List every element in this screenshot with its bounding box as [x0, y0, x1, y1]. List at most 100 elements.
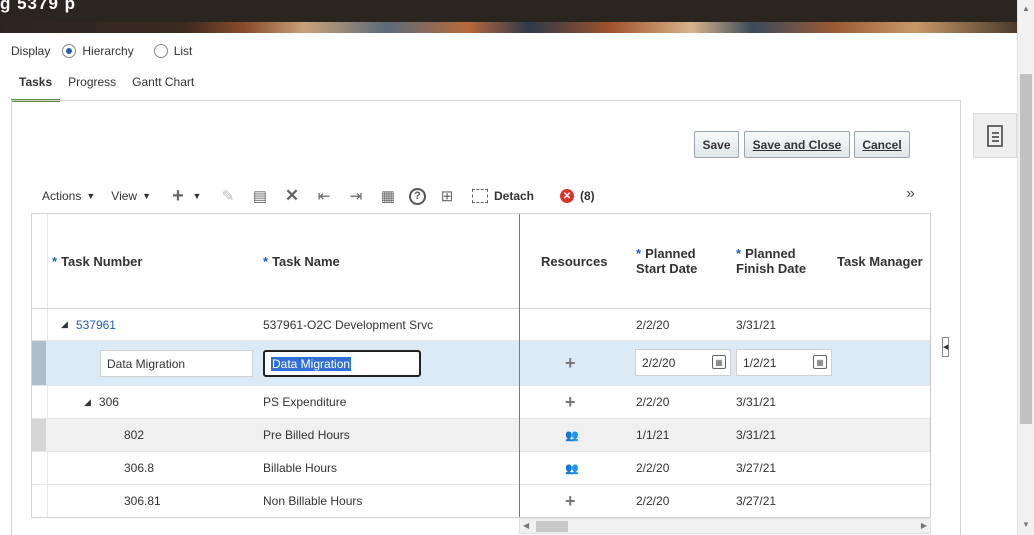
tab-bar: Tasks Progress Gantt Chart	[11, 72, 202, 102]
tab-progress[interactable]: Progress	[60, 72, 124, 102]
task-name-cell: Billable Hours	[263, 461, 338, 475]
task-number-cell: ◢ 306	[84, 395, 119, 409]
add-icon[interactable]: +	[167, 185, 189, 207]
row-selector[interactable]	[32, 309, 46, 340]
row-selector[interactable]	[32, 419, 46, 451]
add-resource-icon[interactable]: +	[565, 353, 576, 374]
copy-icon[interactable]: ▤	[249, 185, 271, 207]
task-name-cell: 537961-O2C Development Srvc	[263, 317, 434, 332]
task-name-cell: Non Billable Hours	[263, 494, 363, 508]
task-number-cell: 802	[124, 428, 145, 442]
scroll-down-icon[interactable]: ▼	[1022, 520, 1030, 529]
calendar-icon[interactable]: ▦	[813, 355, 827, 369]
chevron-down-icon: ▼	[142, 191, 151, 201]
scrollbar-thumb[interactable]	[1020, 74, 1032, 424]
table-row[interactable]: 306.8 Billable Hours 👥 2/2/20 3/27/21	[32, 452, 930, 485]
planned-start-cell: 2/2/20	[636, 461, 670, 475]
header-resources[interactable]: Resources	[541, 214, 631, 308]
task-name-field[interactable]: Data Migration	[263, 350, 421, 377]
list-radio[interactable]	[153, 44, 168, 58]
add-dropdown-icon[interactable]: ▼	[191, 185, 203, 207]
hierarchy-radio[interactable]	[62, 44, 77, 58]
detach-button[interactable]: Detach	[472, 189, 534, 203]
planned-finish-cell: 3/27/21	[736, 494, 777, 508]
tab-gantt-chart[interactable]: Gantt Chart	[124, 72, 202, 102]
task-table: * Task Number * Task Name Resources * Plann…	[31, 213, 931, 518]
scroll-right-icon[interactable]: ▶	[921, 521, 927, 530]
planned-finish-cell: 3/27/21	[736, 461, 777, 475]
add-resource-icon[interactable]: +	[565, 491, 576, 512]
export-icon[interactable]: ⊞	[436, 185, 458, 207]
more-icon[interactable]: »	[906, 185, 915, 203]
header-bar	[0, 0, 1017, 22]
row-selector[interactable]	[32, 452, 46, 484]
table-row[interactable]: 306.81 Non Billable Hours + 2/2/20 3/27/…	[32, 485, 930, 517]
table-row[interactable]: 802 Pre Billed Hours 👥 1/1/21 3/31/21	[32, 419, 930, 452]
row-selector[interactable]	[32, 485, 46, 517]
page-title: g 5379 p	[0, 0, 77, 13]
scroll-up-icon[interactable]: ▲	[1022, 4, 1030, 13]
people-icon[interactable]: 👥	[565, 462, 579, 475]
columns-icon[interactable]: ▦	[377, 185, 399, 207]
header-banner: g 5379 p	[0, 0, 1017, 33]
help-icon[interactable]: ?	[409, 187, 426, 205]
error-icon: ✕	[560, 189, 575, 203]
planned-finish-cell: 3/31/21	[736, 317, 777, 332]
planned-start-field[interactable]: 2/2/20 ▦	[635, 349, 731, 376]
calendar-icon[interactable]: ▦	[712, 355, 726, 369]
save-and-close-button[interactable]: Save and Close	[744, 131, 850, 158]
planned-start-cell: 2/2/20	[636, 494, 670, 508]
planned-start-cell: 2/2/20	[636, 317, 670, 332]
display-selector: Display Hierarchy List	[11, 44, 192, 58]
edit-icon[interactable]: ✎	[217, 185, 239, 207]
side-panel-toggle[interactable]	[973, 113, 1017, 158]
save-button[interactable]: Save	[694, 131, 739, 158]
task-name-cell: PS Expenditure	[263, 395, 347, 409]
add-resource-icon[interactable]: +	[565, 392, 576, 413]
planned-finish-cell: 3/31/21	[736, 428, 777, 442]
header-planned-start[interactable]: * Planned Start Date	[636, 214, 726, 308]
indent-icon[interactable]: ⇥	[345, 185, 367, 207]
display-label: Display	[11, 44, 51, 58]
task-number-link[interactable]: 537961	[76, 318, 116, 332]
required-icon: *	[736, 246, 742, 261]
frozen-column-divider[interactable]	[519, 214, 520, 517]
people-icon[interactable]: 👥	[565, 429, 579, 442]
delete-icon[interactable]: ✕	[281, 185, 303, 207]
resources-cell: 👥	[565, 419, 579, 451]
planned-start-cell: 2/2/20	[636, 395, 670, 409]
horizontal-scrollbar-thumb[interactable]	[536, 521, 568, 532]
table-row-selected[interactable]: Data Migration Data Migration + 2/2/20 ▦ …	[32, 341, 930, 386]
horizontal-scrollbar[interactable]: ◀ ▶	[519, 518, 931, 534]
planned-finish-field[interactable]: 1/2/21 ▦	[736, 349, 832, 376]
actions-menu[interactable]: Actions ▼	[42, 189, 95, 203]
outdent-icon[interactable]: ⇤	[313, 185, 335, 207]
table-row[interactable]: ◢ 537961 537961-O2C Development Srvc 2/2/…	[32, 309, 930, 341]
resources-cell: +	[565, 341, 576, 385]
planned-start-cell: 1/1/21	[636, 428, 670, 442]
row-selector[interactable]	[32, 386, 46, 418]
collapse-triangle-icon[interactable]: ◢	[61, 319, 68, 330]
header-task-number[interactable]: * Task Number	[52, 214, 252, 308]
cancel-button[interactable]: Cancel	[854, 131, 910, 158]
task-number-cell: 306.8	[124, 461, 155, 475]
required-icon: *	[636, 246, 642, 261]
hierarchy-radio-label[interactable]: Hierarchy	[82, 44, 133, 58]
row-selector[interactable]	[32, 341, 46, 385]
header-task-name[interactable]: * Task Name	[263, 214, 463, 308]
view-menu[interactable]: View ▼	[111, 189, 151, 203]
scroll-left-icon[interactable]: ◀	[523, 521, 529, 530]
resources-cell: +	[565, 485, 576, 517]
tab-tasks[interactable]: Tasks	[11, 72, 61, 102]
header-planned-finish[interactable]: * Planned Finish Date	[736, 214, 831, 308]
task-number-field[interactable]: Data Migration	[100, 350, 253, 377]
table-row[interactable]: ◢ 306 PS Expenditure + 2/2/20 3/31/21	[32, 386, 930, 419]
vertical-scrollbar[interactable]: ▲ ▼	[1017, 0, 1034, 535]
required-icon: *	[52, 253, 58, 269]
error-indicator[interactable]: ✕ (8)	[560, 189, 595, 203]
task-name-cell: Pre Billed Hours	[263, 428, 350, 442]
list-radio-label[interactable]: List	[174, 44, 193, 58]
collapse-pane-icon[interactable]: ◀	[942, 337, 949, 357]
collapse-triangle-icon[interactable]: ◢	[84, 397, 91, 408]
header-task-manager[interactable]: Task Manager	[837, 214, 930, 308]
